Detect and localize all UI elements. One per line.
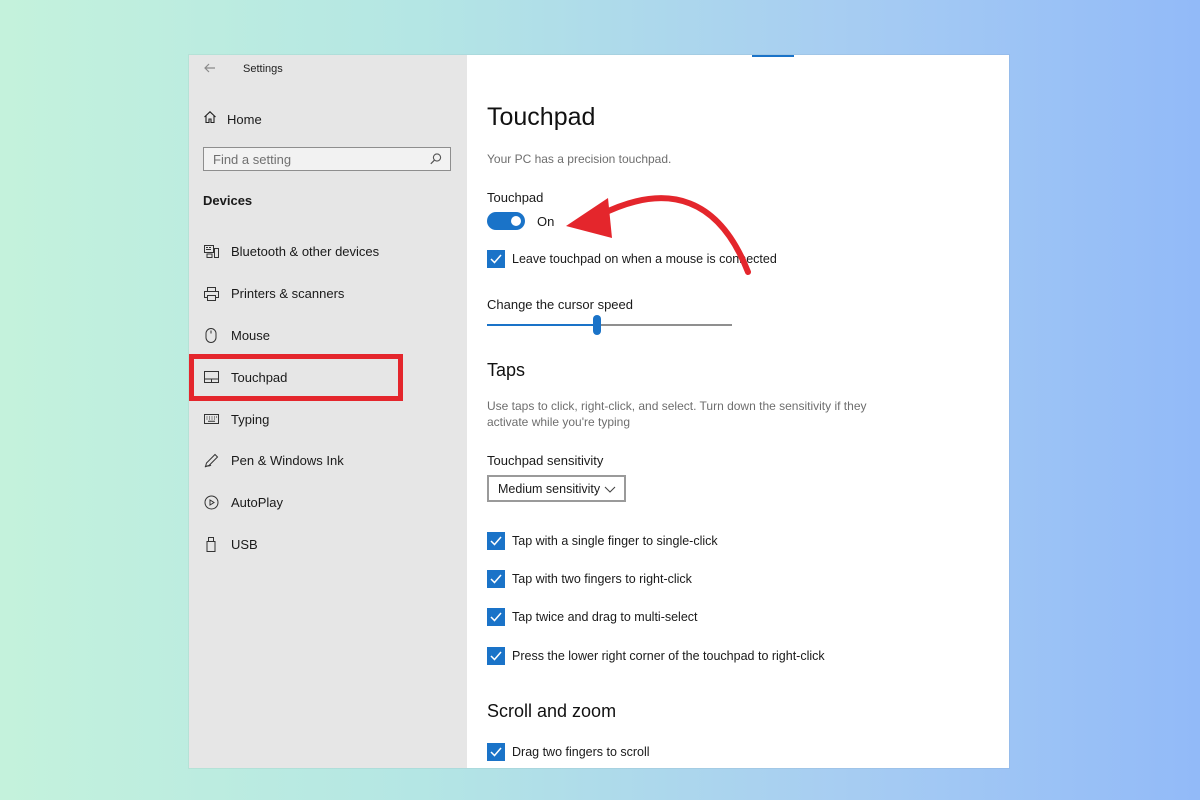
touchpad-toggle-label: Touchpad — [487, 190, 544, 205]
sidebar-item-label: Touchpad — [231, 369, 288, 385]
taps-description: Use taps to click, right-click, and sele… — [487, 399, 867, 429]
bluetooth-devices-icon — [203, 244, 219, 260]
tap-two-fingers-row[interactable]: Tap with two fingers to right-click — [487, 570, 692, 588]
sidebar-item-typing[interactable]: Typing — [189, 398, 467, 440]
sidebar-item-touchpad[interactable]: Touchpad — [189, 354, 467, 402]
home-icon — [203, 110, 217, 129]
chevron-down-icon — [604, 482, 616, 494]
checkbox-label: Press the lower right corner of the touc… — [512, 649, 825, 663]
search-box — [203, 147, 451, 171]
slider-thumb[interactable] — [593, 315, 602, 335]
touchpad-toggle[interactable] — [487, 212, 525, 230]
leave-touchpad-on-checkbox[interactable] — [487, 250, 505, 268]
back-arrow-icon[interactable] — [201, 61, 219, 79]
sensitivity-label: Touchpad sensitivity — [487, 453, 604, 468]
main-content: Touchpad Your PC has a precision touchpa… — [467, 55, 1009, 768]
sidebar-item-mouse[interactable]: Mouse — [189, 315, 467, 357]
section-title: Devices — [203, 193, 253, 208]
sidebar-item-label: Pen & Windows Ink — [231, 453, 344, 469]
scroll-zoom-heading: Scroll and zoom — [487, 701, 617, 721]
checkbox-label: Drag two fingers to scroll — [512, 745, 650, 759]
sidebar-item-label: Home — [227, 111, 262, 127]
sidebar-item-bluetooth[interactable]: Bluetooth & other devices — [189, 231, 467, 273]
sidebar-nav: Bluetooth & other devices Printers & sca… — [189, 231, 467, 565]
sidebar-item-pen[interactable]: Pen & Windows Ink — [189, 440, 467, 482]
tap-twice-drag-checkbox[interactable] — [487, 608, 505, 626]
tap-two-fingers-checkbox[interactable] — [487, 570, 505, 588]
touchpad-icon — [203, 369, 219, 385]
toggle-state-label: On — [537, 213, 555, 229]
sidebar-item-autoplay[interactable]: AutoPlay — [189, 482, 467, 524]
checkbox-label: Tap with two fingers to right-click — [512, 572, 692, 586]
search-input[interactable] — [204, 150, 425, 168]
top-accent-bar — [752, 55, 794, 57]
sensitivity-dropdown[interactable]: Medium sensitivity — [487, 475, 626, 502]
sidebar-item-printers[interactable]: Printers & scanners — [189, 273, 467, 315]
app-title: Settings — [243, 63, 283, 75]
checkbox-label: Leave touchpad on when a mouse is connec… — [512, 252, 777, 266]
search-icon[interactable] — [429, 152, 443, 166]
usb-icon — [203, 536, 219, 552]
checkbox-label: Tap twice and drag to multi-select — [512, 610, 698, 624]
sidebar-item-label: Typing — [231, 411, 270, 427]
lower-right-corner-checkbox[interactable] — [487, 647, 505, 665]
drag-two-fingers-checkbox[interactable] — [487, 743, 505, 761]
tap-single-finger-row[interactable]: Tap with a single finger to single-click — [487, 532, 718, 550]
printer-icon — [203, 286, 219, 302]
tap-single-finger-checkbox[interactable] — [487, 532, 505, 550]
page-subtitle: Your PC has a precision touchpad. — [487, 152, 672, 166]
sidebar-item-label: Mouse — [231, 327, 271, 343]
checkbox-label: Tap with a single finger to single-click — [512, 534, 718, 548]
sidebar-item-label: Printers & scanners — [231, 286, 345, 302]
drag-two-fingers-row[interactable]: Drag two fingers to scroll — [487, 743, 650, 761]
sidebar-item-label: USB — [231, 536, 258, 552]
sidebar: Settings Home Devices Bluetooth & other … — [189, 55, 467, 768]
cursor-speed-slider[interactable] — [487, 313, 732, 337]
slider-fill — [487, 324, 598, 326]
settings-window: Settings Home Devices Bluetooth & other … — [189, 55, 1009, 768]
keyboard-icon — [203, 411, 219, 427]
sidebar-item-usb[interactable]: USB — [189, 524, 467, 566]
sidebar-item-label: AutoPlay — [231, 495, 284, 511]
lower-right-corner-row[interactable]: Press the lower right corner of the touc… — [487, 647, 825, 665]
page-title: Touchpad — [487, 103, 596, 131]
pen-icon — [203, 453, 219, 469]
mouse-icon — [203, 327, 219, 343]
tap-twice-drag-row[interactable]: Tap twice and drag to multi-select — [487, 608, 698, 626]
touchpad-toggle-row: On — [487, 212, 554, 230]
leave-touchpad-on-checkbox-row[interactable]: Leave touchpad on when a mouse is connec… — [487, 250, 777, 268]
taps-heading: Taps — [487, 360, 526, 380]
sidebar-item-home[interactable]: Home — [203, 109, 262, 129]
cursor-speed-label: Change the cursor speed — [487, 297, 633, 312]
autoplay-icon — [203, 495, 219, 511]
dropdown-value: Medium sensitivity — [498, 481, 601, 496]
toggle-knob — [511, 216, 521, 226]
sidebar-item-label: Bluetooth & other devices — [231, 244, 380, 260]
